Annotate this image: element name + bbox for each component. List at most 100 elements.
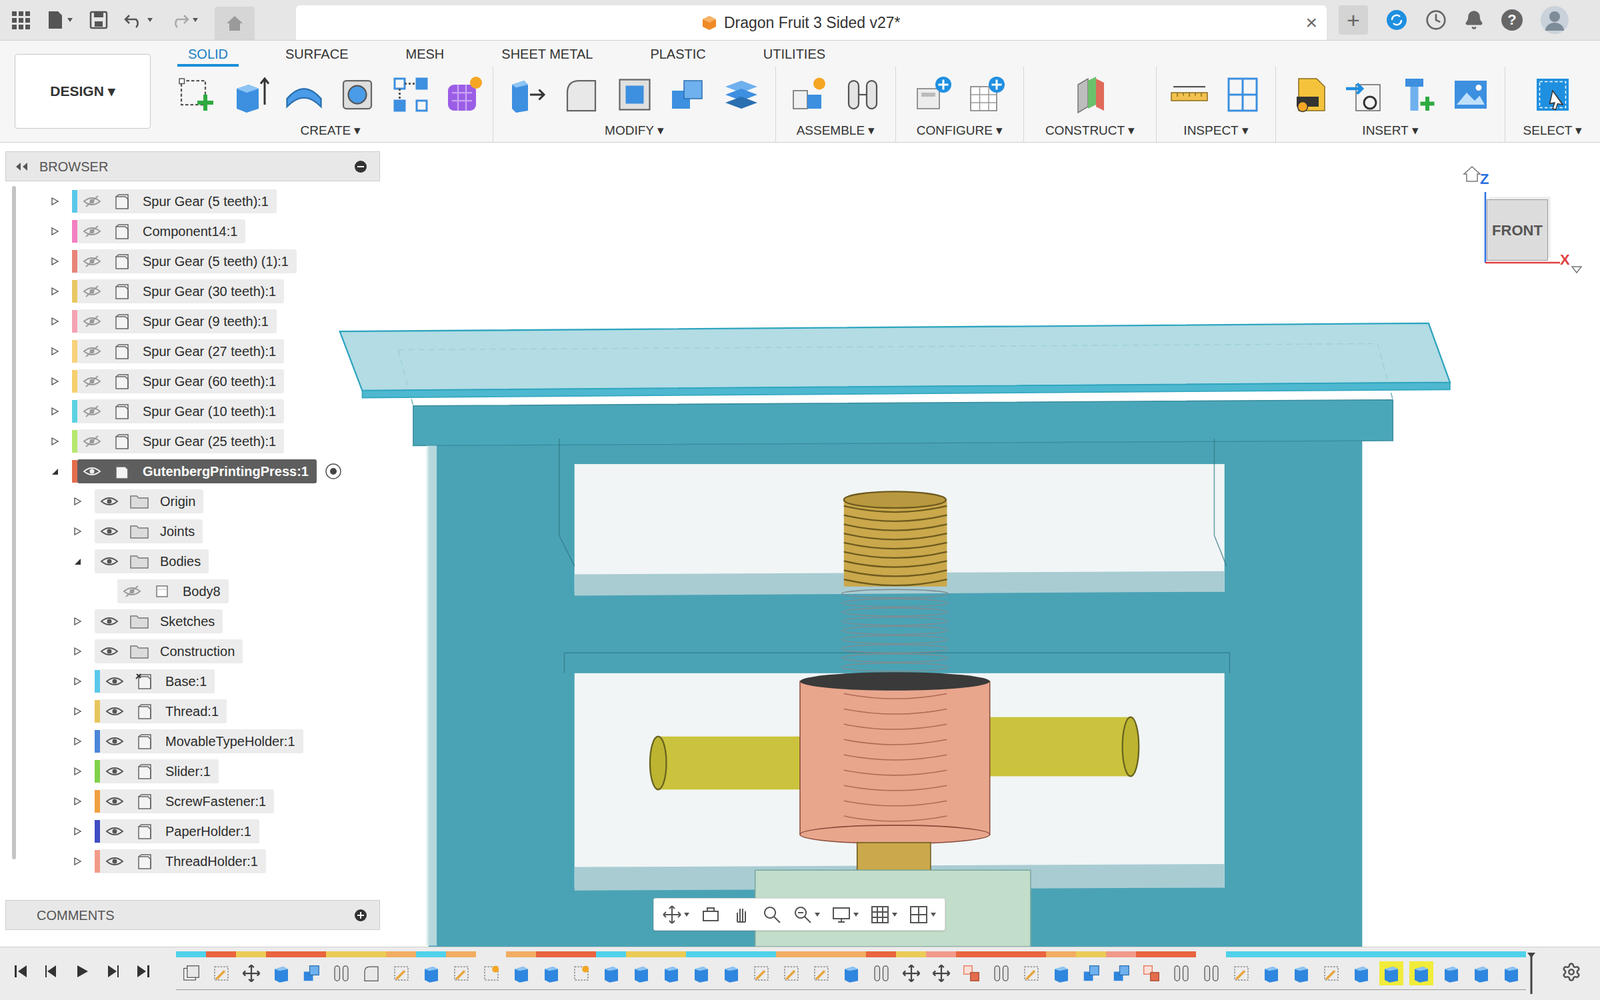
move-feature-icon[interactable]	[241, 963, 262, 984]
timeline-feature[interactable]	[986, 947, 1016, 990]
expand-toggle[interactable]	[46, 463, 63, 480]
plane-icon[interactable]	[1070, 74, 1110, 115]
move-feature-icon[interactable]	[901, 963, 922, 984]
close-tab-button[interactable]: ×	[1305, 12, 1327, 33]
expand-toggle[interactable]	[69, 793, 86, 810]
timeline-feature[interactable]	[596, 947, 626, 990]
timeline-settings-icon[interactable]	[1561, 962, 1582, 982]
browser-item-label[interactable]: Spur Gear (9 teeth):1	[77, 309, 277, 334]
document-tab[interactable]: Dragon Fruit 3 Sided v27*×	[296, 5, 1327, 40]
browser-item-label[interactable]: Slider:1	[100, 759, 219, 784]
select-icon[interactable]	[1532, 74, 1573, 115]
expand-toggle[interactable]	[69, 493, 86, 510]
step-back-icon[interactable]	[42, 962, 60, 980]
collapsed-arrow-icon[interactable]	[72, 496, 82, 506]
ribbon-tab[interactable]: MESH	[395, 47, 456, 67]
fit-icon[interactable]	[792, 904, 813, 925]
joint-feature-icon[interactable]	[1171, 963, 1192, 984]
param-feature-icon[interactable]	[571, 963, 592, 984]
thread-screw[interactable]	[842, 491, 948, 671]
look-at-icon[interactable]	[700, 904, 721, 925]
browser-item-label[interactable]: Origin	[94, 489, 204, 514]
eye-icon[interactable]	[105, 734, 124, 748]
eye-icon[interactable]	[105, 794, 124, 808]
timeline-feature[interactable]	[626, 947, 656, 990]
press-pull-icon[interactable]	[508, 74, 548, 115]
collapsed-arrow-icon[interactable]	[72, 706, 82, 716]
combine-feature-icon[interactable]	[301, 963, 322, 984]
tool-group-label[interactable]: CONSTRUCT ▾	[1045, 124, 1135, 137]
orbit-icon[interactable]	[662, 904, 682, 925]
combine-feature-icon[interactable]	[1081, 963, 1102, 984]
expand-toggle[interactable]	[69, 643, 86, 660]
timeline-feature[interactable]	[356, 947, 386, 990]
browser-item[interactable]: MovableTypeHolder:1	[5, 726, 380, 756]
browser-item[interactable]: Base:1	[5, 666, 380, 696]
sketch-feature-icon[interactable]	[781, 963, 802, 984]
browser-item[interactable]: Spur Gear (10 teeth):1	[5, 396, 380, 426]
tool-group-label[interactable]: SELECT ▾	[1523, 124, 1583, 137]
browser-item[interactable]: Spur Gear (60 teeth):1	[5, 366, 380, 396]
eye-icon[interactable]	[105, 704, 124, 718]
eye-icon[interactable]	[105, 674, 124, 688]
timeline-feature[interactable]	[1466, 947, 1496, 990]
timeline-feature[interactable]	[1106, 947, 1136, 990]
redo-icon[interactable]	[169, 11, 190, 29]
sketch-feature-icon[interactable]	[1321, 963, 1342, 984]
nav-tool[interactable]	[700, 904, 721, 925]
timeline-feature[interactable]	[236, 947, 266, 990]
browser-item[interactable]: Thread:1	[5, 696, 380, 726]
eye-hidden-icon[interactable]	[82, 284, 102, 298]
sketch-feature-icon[interactable]	[391, 963, 412, 984]
timeline-feature[interactable]	[866, 947, 896, 990]
extrude-feature-icon[interactable]	[1441, 963, 1462, 984]
sketch-feature-icon[interactable]	[211, 963, 232, 984]
eye-hidden-icon[interactable]	[82, 344, 102, 358]
browser-item-label[interactable]: Spur Gear (60 teeth):1	[77, 369, 284, 394]
fillet-feature-icon[interactable]	[361, 963, 382, 984]
timeline-feature[interactable]	[716, 947, 746, 990]
joint-feature-icon[interactable]	[991, 963, 1012, 984]
sketch-feature-icon[interactable]	[751, 963, 772, 984]
collapsed-arrow-icon[interactable]	[50, 196, 60, 206]
timeline-feature[interactable]	[326, 947, 356, 990]
extrude-feature-icon[interactable]	[1411, 963, 1432, 984]
extrude-feature-icon[interactable]	[841, 963, 862, 984]
job-status-icon[interactable]	[1425, 9, 1447, 31]
expand-toggle[interactable]	[46, 403, 63, 420]
timeline-feature[interactable]	[956, 947, 986, 990]
expand-toggle[interactable]	[46, 343, 63, 360]
top-plate[interactable]	[340, 323, 1450, 398]
extrude-icon[interactable]	[230, 74, 271, 115]
extrude-feature-icon[interactable]	[1501, 963, 1522, 984]
timeline-feature[interactable]	[566, 947, 596, 990]
browser-item-label[interactable]: Spur Gear (27 teeth):1	[77, 339, 284, 364]
timeline-feature[interactable]	[1226, 947, 1256, 990]
section-icon[interactable]	[1222, 74, 1263, 115]
go-to-start-icon[interactable]	[12, 962, 30, 980]
timeline-feature[interactable]	[1346, 947, 1376, 990]
eye-icon[interactable]	[82, 464, 102, 478]
extrude-feature-icon[interactable]	[661, 963, 682, 984]
expand-toggle[interactable]	[46, 313, 63, 330]
timeline-feature[interactable]	[1286, 947, 1316, 990]
tool-group-label[interactable]: CONFIGURE ▾	[916, 124, 1003, 137]
step-forward-icon[interactable]	[104, 962, 122, 980]
collapsed-arrow-icon[interactable]	[50, 376, 60, 386]
extrude-feature-icon[interactable]	[511, 963, 532, 984]
eye-hidden-icon[interactable]	[82, 254, 102, 268]
expand-toggle[interactable]	[69, 673, 86, 690]
user-avatar-icon[interactable]	[1540, 5, 1570, 35]
nav-tool[interactable]	[662, 904, 690, 925]
timeline-feature[interactable]	[446, 947, 476, 990]
timeline-feature[interactable]	[926, 947, 956, 990]
timeline-feature[interactable]	[1406, 947, 1436, 990]
sync-icon[interactable]	[1385, 8, 1408, 32]
eye-icon[interactable]	[105, 824, 124, 838]
browser-item-label[interactable]: Spur Gear (10 teeth):1	[77, 399, 284, 424]
undo-icon[interactable]	[124, 11, 144, 29]
shell-icon[interactable]	[614, 74, 655, 115]
nav-tool[interactable]	[831, 904, 860, 925]
new-component-icon[interactable]	[789, 74, 830, 115]
hole-icon[interactable]	[337, 74, 378, 115]
